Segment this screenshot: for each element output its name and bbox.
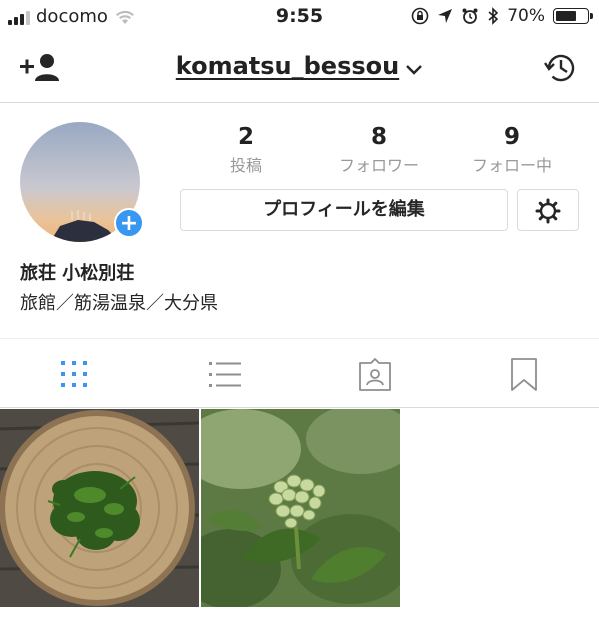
post-thumbnail-1[interactable] (0, 409, 199, 607)
settings-button[interactable] (517, 189, 579, 231)
alarm-icon (462, 8, 478, 24)
saved-icon (511, 358, 537, 391)
chevron-down-icon[interactable] (405, 64, 423, 76)
profile-nav-bar: komatsu_bessou (0, 34, 599, 103)
orientation-lock-icon (411, 7, 429, 25)
list-icon (209, 362, 241, 387)
stat-posts-label: 投稿 (229, 156, 262, 175)
bluetooth-icon (488, 7, 499, 25)
battery-icon (553, 8, 593, 24)
tab-saved[interactable] (450, 339, 599, 409)
username-title[interactable]: komatsu_bessou (176, 52, 399, 80)
stat-following-count: 9 (503, 124, 520, 150)
tab-list[interactable] (150, 339, 300, 409)
tagged-icon (359, 358, 391, 391)
profile-display-name: 旅荘 小松別荘 (20, 263, 135, 284)
gear-icon (535, 198, 561, 224)
add-story-badge[interactable]: + (114, 208, 144, 238)
location-icon (438, 9, 453, 23)
edit-profile-button[interactable]: プロフィールを編集 (180, 189, 508, 231)
grid-icon (61, 361, 87, 387)
status-bar: docomo 9:55 70% (0, 0, 599, 34)
stat-followers-count: 8 (370, 124, 387, 150)
stat-following[interactable]: 9 フォロー中 (452, 124, 572, 176)
stat-followers-label: フォロワー (338, 156, 419, 175)
post-thumbnail-2[interactable] (201, 409, 400, 607)
profile-bio: 旅館／筋湯温泉／大分県 (20, 293, 218, 314)
stat-posts[interactable]: 2 投稿 (186, 124, 306, 176)
history-icon[interactable] (543, 50, 579, 86)
profile-tabs (0, 338, 599, 408)
stat-following-label: フォロー中 (471, 156, 552, 175)
tab-tagged[interactable] (300, 339, 450, 409)
battery-percent: 70% (507, 6, 545, 26)
tab-grid[interactable] (0, 339, 150, 409)
account-switcher[interactable]: komatsu_bessou (0, 52, 599, 80)
status-right: 70% (411, 6, 593, 26)
stat-followers[interactable]: 8 フォロワー (319, 124, 439, 176)
stat-posts-count: 2 (237, 124, 254, 150)
